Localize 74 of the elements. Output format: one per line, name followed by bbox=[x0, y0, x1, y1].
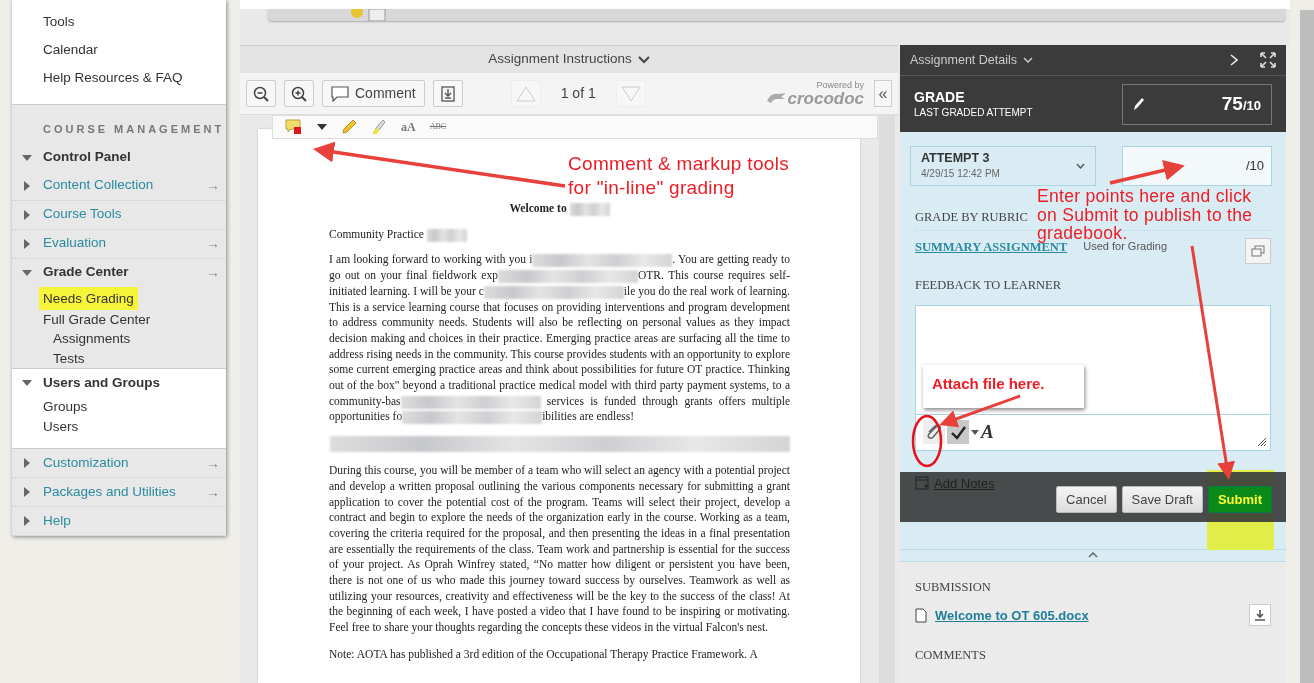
section-heading: GRADE BY RUBRIC bbox=[915, 209, 1028, 226]
section-heading: FEEDBACK TO LEARNER bbox=[915, 276, 1062, 294]
sidebar-link[interactable]: Groups bbox=[39, 397, 92, 416]
caret-icon[interactable] bbox=[971, 429, 979, 435]
pencil-icon[interactable] bbox=[1133, 97, 1145, 111]
comment-marker-icon[interactable] bbox=[285, 119, 303, 135]
redaction-mark bbox=[426, 228, 467, 242]
action-button[interactable]: Save Draft bbox=[1121, 485, 1203, 513]
chevron-down-icon bbox=[1076, 163, 1085, 169]
zoom-in-button[interactable] bbox=[284, 80, 314, 107]
chevron-up-icon[interactable] bbox=[1088, 552, 1098, 558]
download-button[interactable] bbox=[432, 80, 463, 107]
sidebar-link[interactable]: Tests bbox=[49, 348, 89, 368]
chevron-down-icon[interactable] bbox=[637, 55, 650, 64]
sidebar-section[interactable]: Control Panel bbox=[43, 147, 131, 168]
sidebar-link[interactable]: Assignments bbox=[49, 329, 135, 348]
expand-icon[interactable] bbox=[1260, 52, 1276, 68]
collapse-button[interactable]: « bbox=[874, 80, 892, 107]
image-icon bbox=[368, 9, 386, 21]
section-heading: COMMENTS bbox=[915, 647, 986, 665]
sidebar-link[interactable]: Needs Grading bbox=[39, 286, 138, 310]
zoom-in-icon bbox=[291, 85, 307, 102]
download-icon bbox=[440, 85, 455, 102]
panel-title[interactable]: Assignment Instructions bbox=[488, 49, 632, 70]
scrollbar[interactable] bbox=[1300, 10, 1314, 683]
file-link[interactable]: Welcome to OT 605.docx bbox=[935, 605, 1089, 625]
document-paragraph: Note: AOTA has published a 3rd edition of the Occupational Therapy Practice Framework. A bbox=[329, 646, 759, 663]
resize-grip-icon[interactable] bbox=[1257, 436, 1267, 447]
document-subtitle: Community Practice bbox=[329, 227, 424, 240]
zoom-out-icon bbox=[253, 85, 269, 102]
down-triangle-icon bbox=[620, 85, 641, 102]
windows-icon bbox=[1251, 244, 1265, 257]
grade-input[interactable]: /10 bbox=[1122, 146, 1272, 186]
comment-button[interactable]: Comment bbox=[322, 80, 425, 107]
up-triangle-icon bbox=[515, 85, 536, 102]
document-paragraph: I am looking forward to working with you i . You are getting ready to go out on your final fieldwork exp OTR. This course requires self-initiated learning. I will be your c ile you do the real work of learning. This is a service learning course that focuses on providing interventions and program development to address community needs. Students will also be reflecting on personal values as they impact decision making and choices in their practice. Emerging practice areas are surfacing all the time to address rising needs in the community. This course provides students with an opportunity to explore some current emerging practice areas and think about possibilities for future OT practice. Thinking out of the box" beyond a traditional practice medical model with third party payment systems, to a community-bas services is funded through grants offers multiple opportunities fo ibilities are endless! bbox=[329, 252, 790, 426]
status-icon bbox=[350, 9, 364, 19]
panel-title[interactable]: Assignment Details bbox=[910, 50, 1017, 70]
document-title: Welcome to bbox=[509, 202, 567, 214]
zoom-out-button[interactable] bbox=[246, 80, 276, 107]
font-button[interactable]: A bbox=[981, 417, 994, 447]
sidebar-link[interactable]: Full Grade Center bbox=[39, 309, 155, 329]
sidebar-link[interactable]: Help Resources & FAQ bbox=[12, 64, 226, 92]
submit-button[interactable]: Submit bbox=[1207, 485, 1272, 513]
section-heading: SUBMISSION bbox=[915, 578, 991, 596]
grade-sublabel: LAST GRADED ATTEMPT bbox=[914, 105, 1033, 120]
file-icon bbox=[915, 607, 927, 623]
sidebar-section[interactable]: Users and Groups bbox=[43, 372, 161, 394]
sidebar-link[interactable]: Tools bbox=[12, 8, 226, 36]
grade-score: 75/10 bbox=[1221, 91, 1261, 116]
document-paragraph: During this course, you will be member of a team who will select an agency with a potential project and develop a written proposal outlining the various components necessary for submitting a grant application to cover the potential cost of the program. Teams will select their project, develop a contract and begin to explore the needs of the organization early in the course. Working as a team, covering the criteria required for the proposal, and then presenting the ideas in a final presentation are essentially the requirements of the class. Team work and partnership is essential for the success of your project. As Oprah Winfrey stated, “No matter how diligent or persistent you have been, there is not one of us who made this journey toward success by ourselves. Teamwork as well as utilizing your resources, creativity and effectiveness will be the key to the success of the class! At the beginning of each week, I have posted a video that I have found to be inspiring or motivating. Feel free to share your thoughts regarding the concepts these videos in the virtual Falcon's nest. bbox=[329, 463, 790, 636]
chevron-right-icon[interactable] bbox=[1230, 54, 1238, 66]
sidebar-link[interactable]: Calendar bbox=[12, 36, 226, 64]
attempt-select[interactable]: ATTEMPT 3 4/29/15 12:42 PM bbox=[910, 146, 1096, 186]
page-counter: 1 of 1 bbox=[559, 84, 597, 103]
note-icon bbox=[915, 476, 929, 491]
annotation-circle bbox=[911, 414, 943, 468]
callout-note: Attach file here. bbox=[923, 365, 1084, 408]
section-heading: COURSE MANAGEMENT bbox=[42, 122, 226, 137]
grade-label: GRADE bbox=[914, 88, 966, 105]
sidebar-link[interactable]: Users bbox=[39, 416, 83, 436]
crocodile-logo-icon bbox=[765, 91, 788, 105]
speech-bubble-icon bbox=[331, 85, 349, 102]
redaction-mark bbox=[569, 202, 610, 216]
download-icon bbox=[1254, 609, 1266, 622]
brand-logo-text: crocodoc bbox=[787, 89, 864, 107]
sidebar-section[interactable]: Grade Center bbox=[43, 262, 129, 283]
powered-by-label: Powered by bbox=[816, 80, 864, 90]
strikethrough-tool-button[interactable]: ABC bbox=[429, 121, 447, 133]
action-button[interactable]: Cancel bbox=[1056, 485, 1117, 513]
download-button[interactable] bbox=[1249, 604, 1271, 627]
text-tool-button[interactable]: aA bbox=[401, 118, 416, 136]
highlighter-icon[interactable] bbox=[371, 119, 387, 135]
annotation-text: Comment & markup tools for "in-line" grading bbox=[568, 152, 789, 200]
